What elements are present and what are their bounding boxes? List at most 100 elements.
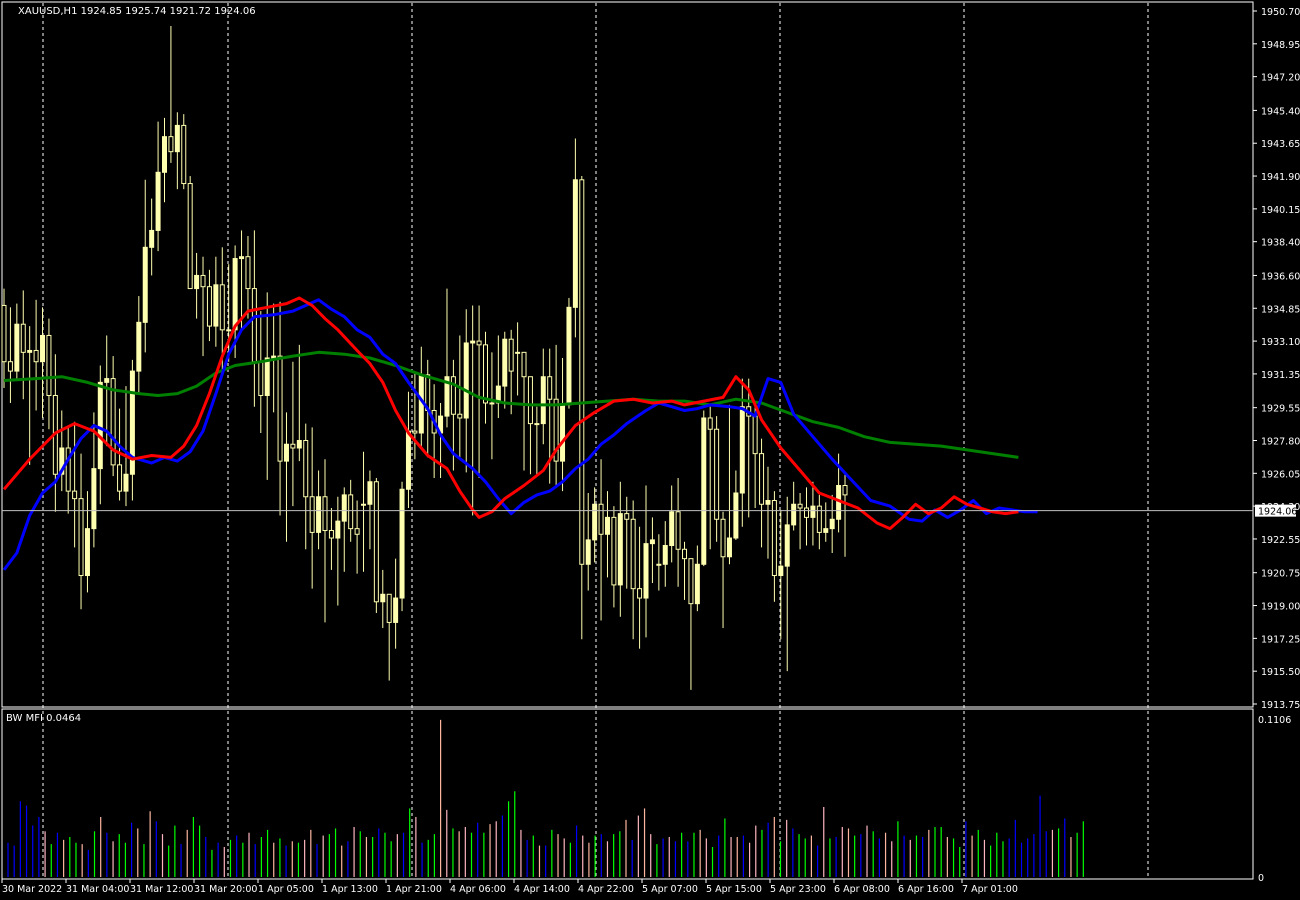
y-tick-label: 1919.00 <box>1261 602 1300 613</box>
candle-body <box>104 378 110 383</box>
candle-body <box>380 593 386 603</box>
y-tick-label: 1915.50 <box>1261 667 1300 678</box>
candle-body <box>123 473 129 492</box>
candle-body <box>1 304 7 363</box>
y-tick-label: 1929.55 <box>1261 404 1300 415</box>
candle-body <box>508 338 514 372</box>
candle-body <box>662 545 668 565</box>
y-tick-label: 1926.05 <box>1261 469 1300 480</box>
x-tick-label: 31 Mar 20:00 <box>194 884 257 895</box>
chart-title: XAUUSD,H1 1924.85 1925.74 1921.72 1924.0… <box>18 6 256 17</box>
y-tick-label: 1943.65 <box>1261 139 1300 150</box>
x-tick-label: 1 Apr 05:00 <box>258 884 314 895</box>
candle-body <box>155 171 161 231</box>
y-tick-label: 1913.75 <box>1261 700 1300 711</box>
x-tick-label: 31 Mar 12:00 <box>130 884 193 895</box>
candle-body <box>720 518 726 558</box>
candle-body <box>72 490 78 500</box>
candle-body <box>637 588 643 599</box>
candle-body <box>560 404 566 462</box>
candle-body <box>521 351 527 378</box>
candle-body <box>816 505 822 533</box>
candle-body <box>40 334 46 363</box>
candle-body <box>669 511 675 547</box>
candle-body <box>579 179 585 565</box>
candle-body <box>714 428 720 520</box>
candle-body <box>765 500 771 505</box>
y-tick-label: 1948.95 <box>1261 40 1300 51</box>
x-tick-label: 1 Apr 13:00 <box>322 884 378 895</box>
candle-body <box>675 511 681 550</box>
x-tick-label: 6 Apr 16:00 <box>898 884 954 895</box>
candle-body <box>162 136 167 173</box>
candle-body <box>367 481 373 505</box>
candle-body <box>572 179 578 308</box>
x-tick-label: 31 Mar 04:00 <box>66 884 129 895</box>
y-tick-label: 1933.10 <box>1261 337 1300 348</box>
y-tick-label: 1936.60 <box>1261 271 1300 282</box>
x-tick-label: 4 Apr 06:00 <box>450 884 506 895</box>
y-tick-label: 1934.85 <box>1261 304 1300 315</box>
candle-body <box>239 256 245 260</box>
candle-body <box>322 496 328 532</box>
candle-body <box>33 349 39 363</box>
candle-body <box>316 496 322 533</box>
trading-chart[interactable]: 1950.70 1948.95 1947.20 1945.40 1943.65 1941.… <box>0 0 1300 900</box>
y-tick-label: 1920.75 <box>1261 569 1300 580</box>
y-tick-label: 1941.90 <box>1261 172 1300 183</box>
candle-body <box>463 342 469 419</box>
candle-body <box>245 256 251 290</box>
candle-body <box>771 500 777 577</box>
candle-body <box>187 183 193 290</box>
candle-body <box>14 323 20 372</box>
candle-body <box>20 323 26 353</box>
candle-body <box>797 503 803 509</box>
candle-body <box>97 381 103 470</box>
candle-body <box>264 357 270 396</box>
candle-body <box>271 355 277 359</box>
candle-body <box>483 344 488 404</box>
candle-body <box>694 563 700 605</box>
candle-body <box>682 548 688 560</box>
candle-body <box>219 284 225 331</box>
candle-body <box>354 528 360 535</box>
candle-body <box>117 464 123 492</box>
candle-body <box>303 439 309 498</box>
candle-body <box>149 229 155 248</box>
candle-body <box>142 246 148 323</box>
candle-body <box>457 413 463 419</box>
candle-body <box>174 124 180 153</box>
candle-body <box>823 528 829 533</box>
candle-body <box>258 361 264 396</box>
candle-body <box>399 488 405 599</box>
y-tick-label: 1945.40 <box>1261 106 1300 117</box>
candle-body <box>598 503 604 535</box>
candle-body <box>534 423 540 426</box>
candle-body <box>296 439 302 449</box>
candle-body <box>46 334 52 396</box>
candle-body <box>617 513 623 586</box>
y-tick-label: 1938.40 <box>1261 238 1300 249</box>
x-tick-label: 5 Apr 07:00 <box>642 884 698 895</box>
candle-body <box>194 274 200 290</box>
candle-body <box>335 520 341 539</box>
candle-body <box>540 376 546 425</box>
candle-body <box>752 415 758 455</box>
candle-body <box>136 321 142 372</box>
candle-body <box>206 286 212 327</box>
candle-body <box>630 518 636 590</box>
y-tick-label: 1947.20 <box>1261 73 1300 84</box>
candle-body <box>200 274 206 288</box>
candle-body <box>328 530 334 539</box>
candle-body <box>778 565 784 577</box>
candle-body <box>643 543 649 599</box>
candle-body <box>226 329 232 332</box>
candle-body <box>688 558 694 605</box>
y-tick-label: 1927.80 <box>1261 436 1300 447</box>
candle-body <box>515 351 521 354</box>
candle-body <box>27 349 33 353</box>
candle-body <box>405 430 411 490</box>
candle-body <box>604 516 610 535</box>
candle-body <box>386 593 392 623</box>
candle-body <box>784 524 790 567</box>
